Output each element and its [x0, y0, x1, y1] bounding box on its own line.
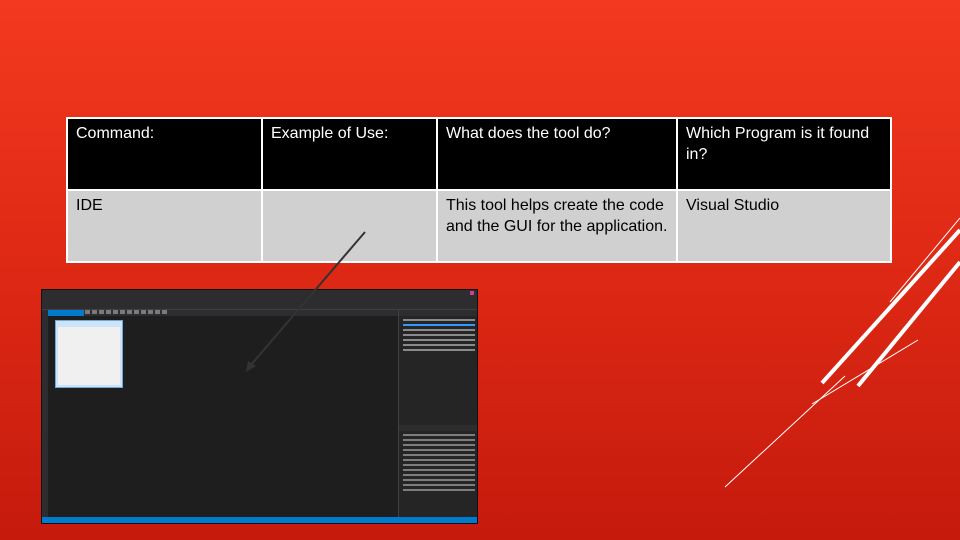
deco-line-2 — [820, 228, 960, 385]
pointer-arrow — [249, 231, 366, 367]
arrow-head — [246, 361, 256, 372]
deco-line-5 — [724, 375, 846, 488]
deco-line-1 — [889, 217, 960, 303]
deco-line-4 — [811, 339, 919, 405]
decorations — [246, 217, 960, 488]
